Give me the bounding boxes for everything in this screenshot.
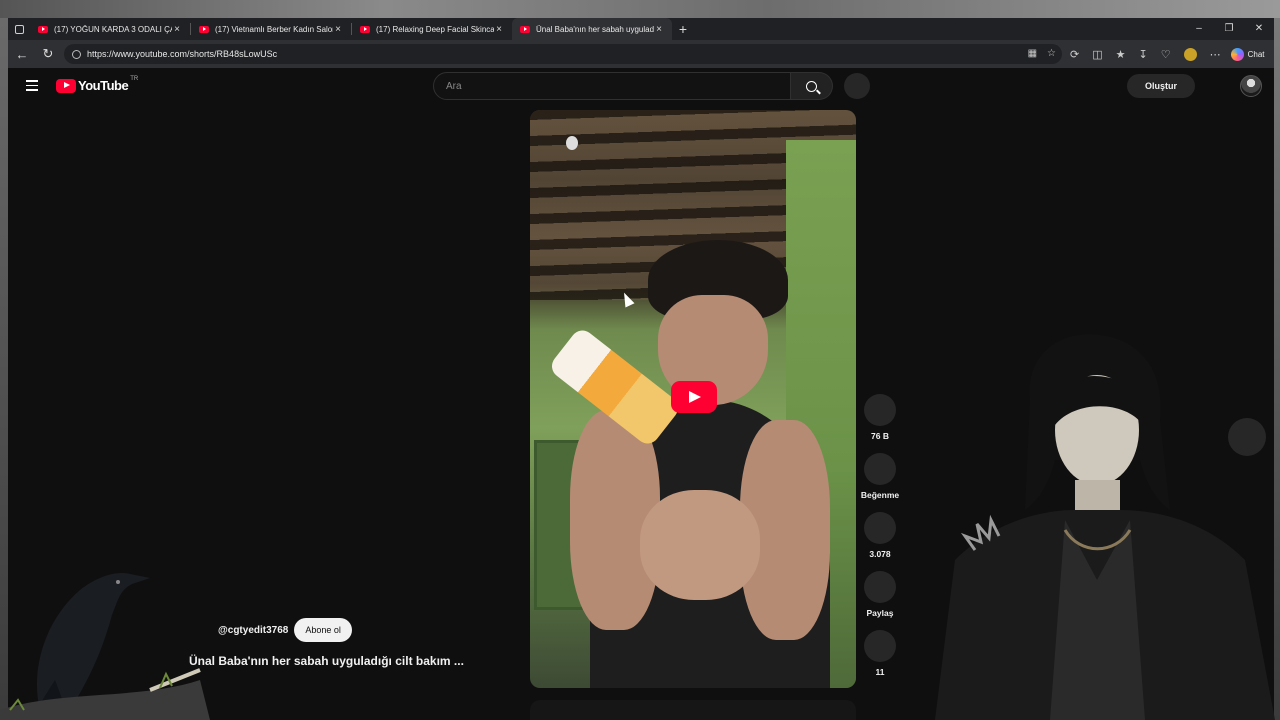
like-count: 76 B: [871, 431, 889, 441]
browser-tool-icons: ⟳ ◫ ★ ↧ ♡ ⋯: [1070, 47, 1221, 61]
address-bar[interactable]: https://www.youtube.com/shorts/RB48sLowU…: [64, 44, 1062, 64]
url-text: https://www.youtube.com/shorts/RB48sLowU…: [87, 49, 278, 59]
create-button[interactable]: Oluştur: [1127, 74, 1195, 98]
country-code: TR: [130, 75, 139, 82]
search-button[interactable]: [791, 72, 833, 100]
video-frame-hand: [640, 490, 760, 600]
tab-actions-button[interactable]: [8, 18, 30, 40]
youtube-favicon-icon: [199, 25, 209, 33]
browser-tab-4-active[interactable]: Ünal Baba'nın her sabah uyguladığı ×: [512, 18, 672, 40]
play-button-icon[interactable]: [671, 381, 717, 413]
tab-title: (17) YOĞUN KARDA 3 ODALI ÇADIR: [54, 24, 172, 34]
dislike-label: Beğenme: [860, 490, 900, 500]
tab-title: (17) Vietnamlı Berber Kadın Salonu: [215, 24, 333, 34]
tab-title: Ünal Baba'nın her sabah uyguladığı: [536, 24, 654, 34]
copilot-chat-button[interactable]: Chat: [1230, 47, 1265, 61]
more-options-icon[interactable]: ⋯: [1210, 48, 1221, 61]
youtube-favicon-icon: [520, 25, 530, 33]
comments-action[interactable]: 3.078: [856, 512, 904, 571]
short-actions: 76 B Beğenme 3.078 Paylaş 11: [856, 394, 904, 689]
profile-icon[interactable]: [1183, 47, 1197, 61]
subscribe-button[interactable]: Abone ol: [294, 618, 352, 642]
search-bar: [433, 72, 833, 100]
short-video-player[interactable]: [530, 110, 856, 688]
tab-actions-icon: [14, 24, 24, 34]
share-action[interactable]: Paylaş: [856, 571, 904, 630]
browser-essentials-icon[interactable]: ♡: [1161, 48, 1171, 61]
menu-hamburger-icon[interactable]: [26, 80, 38, 91]
close-window-icon[interactable]: ✕: [1244, 18, 1274, 40]
tab-close-icon[interactable]: ×: [335, 24, 341, 35]
like-icon[interactable]: [864, 394, 896, 426]
screen: (17) YOĞUN KARDA 3 ODALI ÇADIR × (17) Vi…: [0, 0, 1280, 720]
share-icon[interactable]: [864, 571, 896, 603]
voice-search-button[interactable]: [844, 73, 870, 99]
browser-toolbar: ← ↻ https://www.youtube.com/shorts/RB48s…: [8, 40, 1274, 68]
browser-tab-1[interactable]: (17) YOĞUN KARDA 3 ODALI ÇADIR ×: [30, 18, 190, 40]
comment-count: 3.078: [869, 549, 891, 559]
youtube-favicon-icon: [360, 25, 370, 33]
youtube-wordmark: YouTube: [78, 78, 129, 93]
tab-close-icon[interactable]: ×: [496, 24, 502, 35]
raven-overlay-image: [0, 572, 210, 720]
like-action[interactable]: 76 B: [856, 394, 904, 453]
app-available-icon[interactable]: ▦: [1028, 48, 1037, 59]
restore-icon[interactable]: ❐: [1214, 18, 1244, 40]
browser-tab-bar: (17) YOĞUN KARDA 3 ODALI ÇADIR × (17) Vi…: [8, 18, 1274, 40]
character-overlay-image: [935, 334, 1275, 720]
comment-icon[interactable]: [864, 512, 896, 544]
new-tab-button[interactable]: +: [672, 21, 694, 37]
browser-tab-2[interactable]: (17) Vietnamlı Berber Kadın Salonu ×: [191, 18, 351, 40]
back-arrow-icon[interactable]: ←: [10, 42, 34, 66]
remix-icon[interactable]: [864, 630, 896, 662]
chat-label: Chat: [1247, 49, 1265, 59]
backdrop-top: [0, 0, 1280, 18]
next-short-preview: [530, 700, 856, 720]
search-icon: [806, 80, 817, 92]
channel-row: @cgtyedit3768 Abone ol: [218, 618, 352, 642]
favorites-icon[interactable]: ★: [1116, 48, 1126, 61]
site-info-icon[interactable]: [72, 49, 81, 59]
split-screen-icon[interactable]: ◫: [1092, 48, 1102, 61]
tab-title: (17) Relaxing Deep Facial Skincare: [376, 24, 494, 34]
remix-action[interactable]: 11: [856, 630, 904, 689]
account-avatar[interactable]: [1240, 75, 1262, 97]
dislike-icon[interactable]: [864, 453, 896, 485]
downloads-icon[interactable]: ↧: [1139, 48, 1148, 61]
address-bar-icons: ▦ ☆: [1028, 48, 1056, 59]
share-label: Paylaş: [866, 608, 894, 618]
tab-close-icon[interactable]: ×: [656, 24, 662, 35]
youtube-play-logo-icon: [56, 78, 76, 93]
tab-close-icon[interactable]: ×: [174, 24, 180, 35]
remix-count: 11: [875, 667, 885, 677]
channel-handle[interactable]: @cgtyedit3768: [218, 625, 288, 636]
short-title[interactable]: Ünal Baba'nın her sabah uyguladığı cilt …: [189, 654, 464, 668]
window-controls: – ❐ ✕: [1184, 18, 1274, 40]
youtube-logo[interactable]: YouTube TR: [56, 75, 139, 93]
reload-icon[interactable]: ↻: [36, 42, 60, 66]
minimize-icon[interactable]: –: [1184, 18, 1214, 40]
dislike-action[interactable]: Beğenme: [856, 453, 904, 512]
browser-tab-3[interactable]: (17) Relaxing Deep Facial Skincare ×: [352, 18, 512, 40]
copilot-icon: [1230, 47, 1244, 61]
search-input[interactable]: [433, 72, 791, 100]
favorite-star-icon[interactable]: ☆: [1047, 48, 1056, 59]
youtube-masthead: YouTube TR Oluştur: [8, 68, 1274, 104]
video-frame-bulb: [566, 136, 578, 150]
extension-icon[interactable]: ⟳: [1070, 48, 1079, 61]
youtube-favicon-icon: [38, 25, 48, 33]
